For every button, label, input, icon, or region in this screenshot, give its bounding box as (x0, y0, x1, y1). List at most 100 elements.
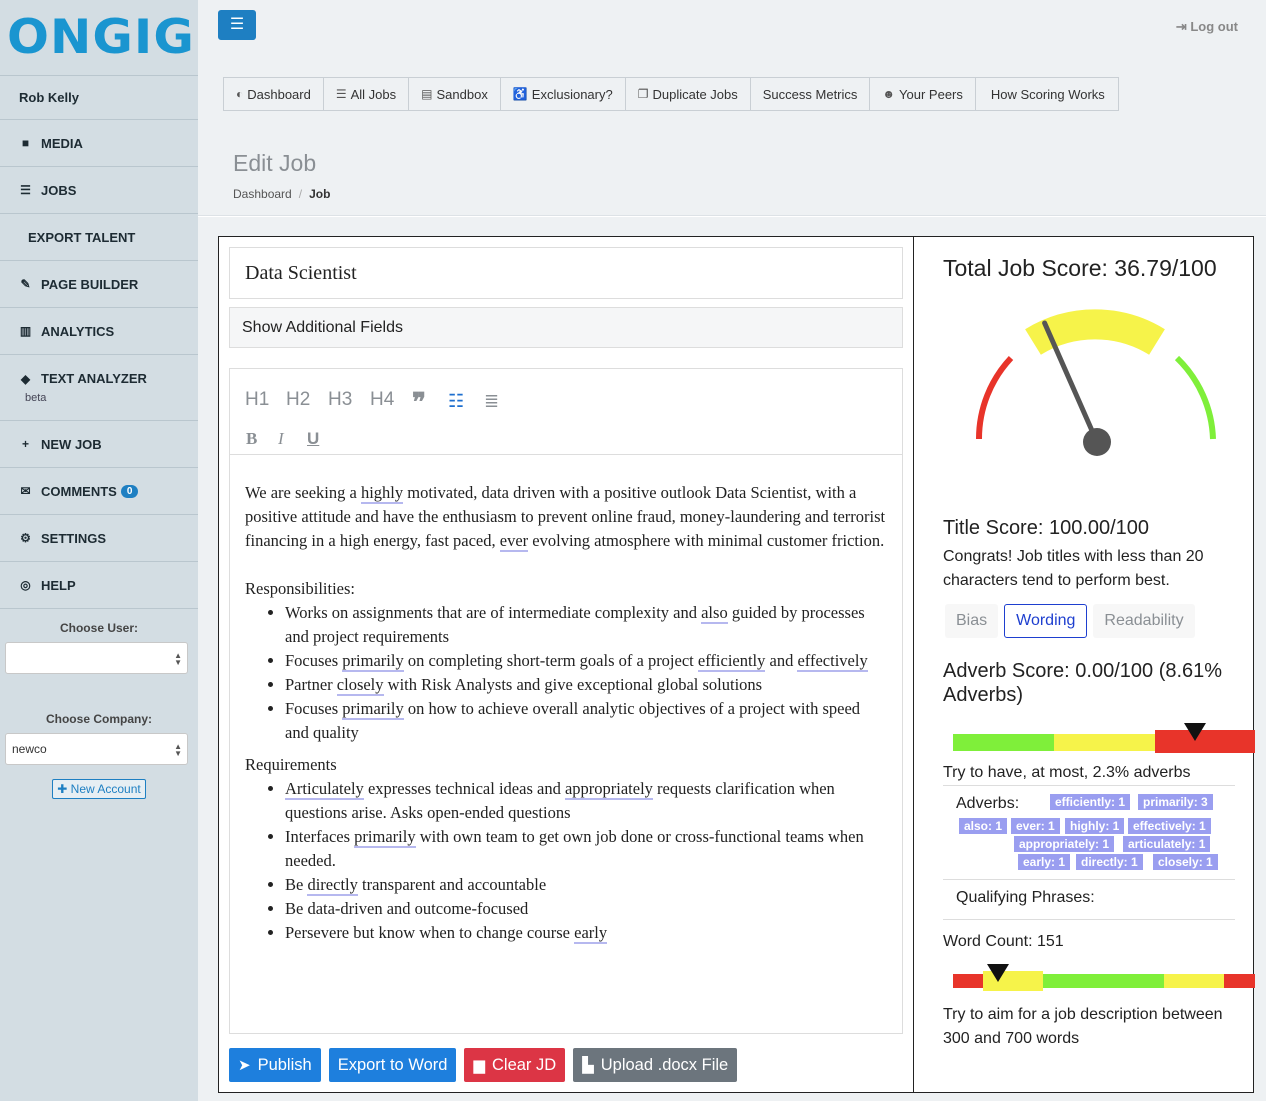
word-count-advice: Try to aim for a job description between… (943, 1006, 1223, 1047)
wheelchair-icon: ♿ (512, 87, 528, 101)
intro-paragraph: We are seeking a highly motivated, data … (245, 481, 887, 553)
clear-jd-button[interactable]: ▆ Clear JD (464, 1048, 566, 1082)
nav-how-scoring-works[interactable]: How Scoring Works (976, 78, 1118, 110)
choose-user-select[interactable]: ▲ ▼ (5, 642, 188, 674)
breadcrumb-dashboard[interactable]: Dashboard (233, 187, 292, 201)
word-count-pointer (987, 964, 1009, 982)
sidebar-item-jobs[interactable]: ☰ JOBS (0, 167, 198, 214)
dashboard-icon: ◐ (236, 87, 244, 101)
heading1-button[interactable]: H1 (245, 389, 269, 411)
tab-readability[interactable]: Readability (1093, 604, 1195, 638)
heading2-button[interactable]: H2 (286, 389, 310, 411)
text-segment: with Risk Analysts and give exceptional … (383, 675, 763, 694)
nav-exclusionary[interactable]: ♿ Exclusionary? (501, 78, 626, 110)
adverb-tag: highly: 1 (1065, 818, 1125, 834)
text-segment: Works on assignments that are of interme… (285, 603, 702, 622)
heading3-button[interactable]: H3 (328, 389, 352, 411)
select-arrows-icon: ▲ ▼ (174, 651, 182, 667)
choose-company-select[interactable]: newco ▲ ▼ (5, 733, 188, 765)
export-to-word-button[interactable]: Export to Word (328, 1048, 457, 1082)
list-item: Works on assignments that are of interme… (285, 601, 887, 649)
choose-company-label: Choose Company: (45, 712, 152, 726)
sidebar-item-comments[interactable]: ✉ COMMENTS 0 (0, 468, 198, 515)
top-header: ☰ ⇥ Log out ◐ Dashboard ☰ All Jobs ▤ Sandbo… (198, 0, 1266, 216)
adverb-tag: primarily: 3 (1138, 794, 1213, 810)
tab-bias[interactable]: Bias (945, 604, 999, 638)
bullet-list-icon[interactable]: ☷ (448, 391, 464, 412)
quote-icon[interactable]: ❞ (412, 387, 426, 418)
beta-label: beta (25, 392, 47, 404)
list-item: Focuses primarily on how to achieve over… (285, 697, 887, 745)
highlighted-adverb: primarily (354, 827, 416, 848)
text-segment: Be (285, 875, 308, 894)
list-item: Articulately expresses technical ideas a… (285, 777, 887, 825)
choose-user-label: Choose User: (59, 621, 139, 635)
sidebar-item-export-talent[interactable]: EXPORT TALENT (0, 214, 198, 261)
sidebar-item-media[interactable]: ■ MEDIA (0, 120, 198, 167)
action-buttons: ➤ Publish Export to Word ▆ Clear JD ▙ Uploa… (229, 1048, 745, 1082)
adverbs-label: Adverbs: (956, 795, 1020, 812)
wordcount-bar-green (1043, 974, 1164, 988)
sign-out-icon: ⇥ (1175, 19, 1191, 34)
list-item: Be directly transparent and accountable (285, 873, 887, 897)
sidebar-item-help[interactable]: ◎ HELP (0, 562, 198, 609)
requirements-list: Articulately expresses technical ideas a… (245, 777, 887, 945)
copy-icon: ❐ (637, 87, 649, 101)
page-title: Edit Job (233, 150, 317, 176)
job-description-editor[interactable]: We are seeking a highly motivated, data … (229, 454, 903, 1034)
list-icon: ☰ (335, 87, 347, 101)
highlighted-adverb: closely (336, 675, 384, 696)
nav-success-metrics[interactable]: Success Metrics (751, 78, 871, 110)
publish-button[interactable]: ➤ Publish (229, 1048, 321, 1082)
plus-icon: ✚ (57, 782, 71, 796)
text-segment: and (765, 651, 798, 670)
numbered-list-icon[interactable]: ≣ (484, 391, 499, 412)
sidebar-user-name[interactable]: Rob Kelly (0, 76, 198, 120)
ongig-logo[interactable]: ONGIG (7, 10, 195, 65)
logout-link[interactable]: ⇥ Log out (1176, 19, 1238, 35)
sidebar-item-page-builder[interactable]: ✎ PAGE BUILDER (0, 261, 198, 308)
gear-icon: ⚙ (20, 531, 31, 545)
nav-duplicate-jobs[interactable]: ❐ Duplicate Jobs (626, 78, 751, 110)
adverb-bar-yellow (1054, 734, 1155, 751)
sidebar-item-new-job[interactable]: + NEW JOB (0, 421, 198, 468)
nav-all-jobs[interactable]: ☰ All Jobs (324, 78, 410, 110)
sidebar-item-settings[interactable]: ⚙ SETTINGS (0, 515, 198, 562)
editor-column: Data Scientist Show Additional Fields H1… (229, 247, 903, 1034)
comments-count-badge: 0 (120, 484, 139, 498)
show-additional-fields-toggle[interactable]: Show Additional Fields (229, 307, 903, 348)
text-segment: Partner (285, 675, 337, 694)
select-arrows-icon: ▲ ▼ (174, 742, 182, 758)
list-icon: ☰ (20, 183, 31, 197)
sidebar-item-analytics[interactable]: ▥ ANALYTICS (0, 308, 198, 355)
job-title-input[interactable]: Data Scientist (229, 247, 903, 299)
hamburger-menu-button[interactable]: ☰ (218, 10, 256, 40)
video-icon: ■ (21, 136, 30, 150)
adverb-advice: Try to have, at most, 2.3% adverbs (943, 764, 1191, 781)
underline-button[interactable]: U (307, 429, 319, 449)
envelope-icon: ✉ (20, 484, 31, 498)
upload-docx-button[interactable]: ▙ Upload .docx File (573, 1048, 738, 1082)
lifebuoy-icon: ◎ (20, 578, 31, 592)
tab-wording[interactable]: Wording (1004, 604, 1088, 638)
new-account-button[interactable]: ✚ New Account (52, 779, 146, 799)
responsibilities-heading: Responsibilities: (245, 579, 356, 598)
breadcrumb: Dashboard / Job (233, 187, 331, 201)
text-segment: We are seeking a (245, 483, 361, 502)
heading4-button[interactable]: H4 (370, 389, 394, 411)
nav-sandbox[interactable]: ▤ Sandbox (409, 78, 501, 110)
bold-button[interactable]: B (246, 429, 257, 449)
nav-your-peers[interactable]: ☻ Your Peers (870, 78, 976, 110)
adverb-bar-green (953, 734, 1054, 751)
adverb-tag: appropriately: 1 (1014, 836, 1115, 852)
title-score: Title Score: 100.00/100 (943, 517, 1150, 539)
score-gauge (975, 309, 1216, 456)
italic-button[interactable]: I (278, 429, 284, 449)
list-item: Interfaces primarily with own team to ge… (285, 825, 887, 873)
list-item: Be data-driven and outcome-focused (285, 897, 887, 921)
requirements-heading: Requirements (245, 755, 337, 774)
sidebar-item-text-analyzer[interactable]: ◆ TEXT ANALYZER beta (0, 355, 198, 421)
nav-dashboard[interactable]: ◐ Dashboard (224, 78, 324, 110)
text-segment: Focuses (285, 651, 343, 670)
highlighted-adverb: appropriately (564, 779, 653, 800)
